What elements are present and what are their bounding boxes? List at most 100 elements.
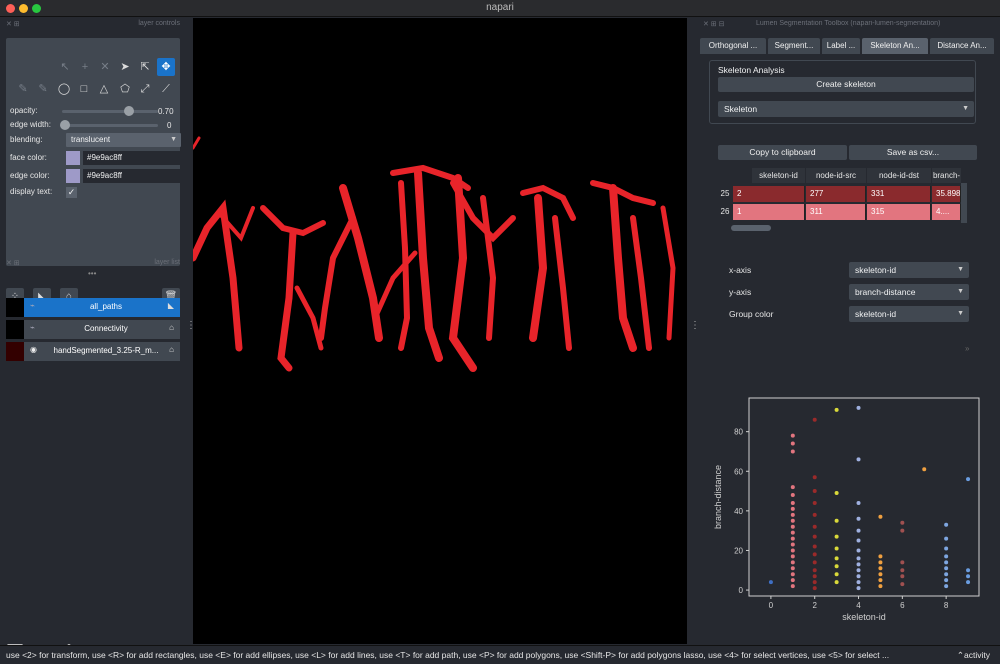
y-tick-label: 60: [734, 467, 743, 476]
data-point: [790, 518, 795, 523]
table-cell[interactable]: 2: [733, 186, 805, 202]
scroll-thumb[interactable]: [731, 225, 771, 231]
rectangle-icon[interactable]: □: [75, 80, 93, 98]
delete-shape-icon[interactable]: ✕: [96, 58, 114, 76]
data-point: [944, 546, 949, 551]
direct-select-icon[interactable]: ⇱: [136, 58, 154, 76]
group-title: Skeleton Analysis: [718, 65, 785, 75]
splitter-handle[interactable]: •••: [88, 269, 96, 278]
viewer-canvas[interactable]: [193, 18, 687, 644]
blending-select[interactable]: translucent ▼: [66, 133, 181, 147]
x-tick-label: 0: [769, 601, 774, 610]
column-header[interactable]: skeleton-id: [752, 168, 805, 183]
visibility-icon[interactable]: ⌁: [30, 323, 35, 332]
data-point: [834, 546, 839, 551]
tab-segmentation[interactable]: Segment...: [768, 38, 820, 54]
data-point: [944, 584, 949, 589]
eye-icon[interactable]: ◉: [30, 345, 37, 354]
data-point: [834, 518, 839, 523]
data-point: [856, 516, 861, 521]
layer-row-connectivity[interactable]: ⌁ Connectivity ⌂: [6, 320, 180, 339]
table-cell[interactable]: 311: [806, 204, 866, 220]
display-text-checkbox[interactable]: ✓: [66, 187, 77, 198]
back-icon[interactable]: ✎: [34, 80, 52, 98]
layer-row-all-paths[interactable]: ⌁ all_paths ◣: [6, 298, 180, 317]
data-point: [790, 584, 795, 589]
triangle-icon[interactable]: △: [95, 80, 113, 98]
chevron-down-icon: ▼: [170, 136, 177, 143]
x-axis-label: x-axis: [729, 265, 752, 275]
opacity-value: 0.70: [158, 107, 174, 116]
results-table[interactable]: skeleton-id node-id-src node-id-dst bran…: [717, 168, 967, 240]
close-dock-icon[interactable]: ✕ ⊞: [6, 21, 20, 28]
opacity-slider[interactable]: [62, 106, 158, 116]
face-color-field[interactable]: #9e9ac8ff: [83, 151, 181, 165]
x-axis-select[interactable]: skeleton-id ▼: [849, 262, 969, 278]
table-cell[interactable]: 35.898: [932, 186, 961, 202]
plot-frame: [748, 397, 980, 597]
y-axis-value: branch-distance: [855, 287, 916, 297]
y-axis-select[interactable]: branch-distance ▼: [849, 284, 969, 300]
front-icon[interactable]: ✎: [14, 80, 32, 98]
data-point: [856, 457, 861, 462]
toolbar-expand-icon[interactable]: »: [965, 344, 969, 353]
vertex-add-icon[interactable]: +: [76, 58, 94, 76]
data-point: [856, 580, 861, 585]
visibility-icon[interactable]: ⌁: [30, 301, 35, 310]
line-icon[interactable]: ⤢: [136, 80, 154, 98]
copy-to-clipboard-button[interactable]: Copy to clipboard: [718, 145, 847, 160]
y-tick-label: 20: [734, 546, 743, 555]
tab-distance-analysis[interactable]: Distance An...: [930, 38, 994, 54]
layer-row-hand-segmented[interactable]: ◉ handSegmented_3.25-R_m... ⌂: [6, 342, 180, 361]
float-dock-icon[interactable]: ✕ ⊞: [6, 260, 20, 267]
activity-label: activity: [964, 650, 990, 660]
table-cell[interactable]: 1: [733, 204, 805, 220]
skeleton-layer-select[interactable]: Skeleton ▼: [718, 101, 974, 117]
activity-button[interactable]: ⌃activity: [957, 650, 990, 661]
table-cell[interactable]: 4....: [932, 204, 961, 220]
scatter-chart: 0 2 4 6 8 0 20 40 60 80 skeleton-id branch-distance: [709, 388, 989, 628]
skeleton-analysis-group: Skeleton Analysis Create skeleton Skelet…: [709, 60, 976, 124]
data-point: [944, 554, 949, 559]
data-point: [768, 580, 773, 585]
edge-width-slider[interactable]: [60, 120, 158, 130]
data-point: [856, 500, 861, 505]
polygon-icon[interactable]: ⬠: [116, 80, 134, 98]
close-dock-icon[interactable]: ✕ ⊞ ⊟: [703, 21, 725, 28]
table-cell[interactable]: 315: [867, 204, 931, 220]
path-icon[interactable]: ⟋: [157, 80, 175, 98]
select-icon[interactable]: ➤: [116, 58, 134, 76]
table-cell[interactable]: 331: [867, 186, 931, 202]
table-horizontal-scrollbar[interactable]: [717, 224, 967, 232]
column-header[interactable]: node-id-src: [806, 168, 866, 183]
column-header[interactable]: branch-: [932, 168, 961, 183]
data-point: [856, 568, 861, 573]
edge-color-swatch[interactable]: [66, 169, 80, 183]
tab-label[interactable]: Label ...: [822, 38, 860, 54]
blending-value: translucent: [71, 135, 111, 144]
edge-width-knob[interactable]: [60, 120, 70, 130]
create-skeleton-button[interactable]: Create skeleton: [718, 77, 974, 92]
opacity-knob[interactable]: [124, 106, 135, 116]
face-color-swatch[interactable]: [66, 151, 80, 165]
save-as-csv-button[interactable]: Save as csv...: [849, 145, 977, 160]
edge-color-field[interactable]: #9e9ac8ff: [83, 169, 181, 183]
vertex-insert-icon[interactable]: ↖: [56, 58, 74, 76]
pan-zoom-icon[interactable]: ✥: [157, 58, 175, 76]
table-vertical-scrollbar[interactable]: [961, 183, 967, 223]
tab-orthogonal[interactable]: Orthogonal ...: [700, 38, 766, 54]
tab-skeleton-analysis[interactable]: Skeleton An...: [862, 38, 928, 54]
table-cell[interactable]: 277: [806, 186, 866, 202]
layer-thumbnail: [6, 298, 24, 317]
group-color-select[interactable]: skeleton-id ▼: [849, 306, 969, 322]
data-point: [944, 522, 949, 527]
column-header[interactable]: node-id-dst: [867, 168, 931, 183]
ellipse-icon[interactable]: ◯: [55, 80, 73, 98]
left-dock: ✕ ⊞ layer controls ↖ + ✕ ➤ ⇱ ✥ ✎ ✎ ◯ □ △…: [0, 18, 188, 656]
data-point: [790, 493, 795, 498]
layer-controls-title: layer controls: [138, 20, 180, 27]
data-point: [790, 548, 795, 553]
data-point: [790, 524, 795, 529]
edge-color-label: edge color:: [10, 171, 50, 180]
data-point: [790, 449, 795, 454]
